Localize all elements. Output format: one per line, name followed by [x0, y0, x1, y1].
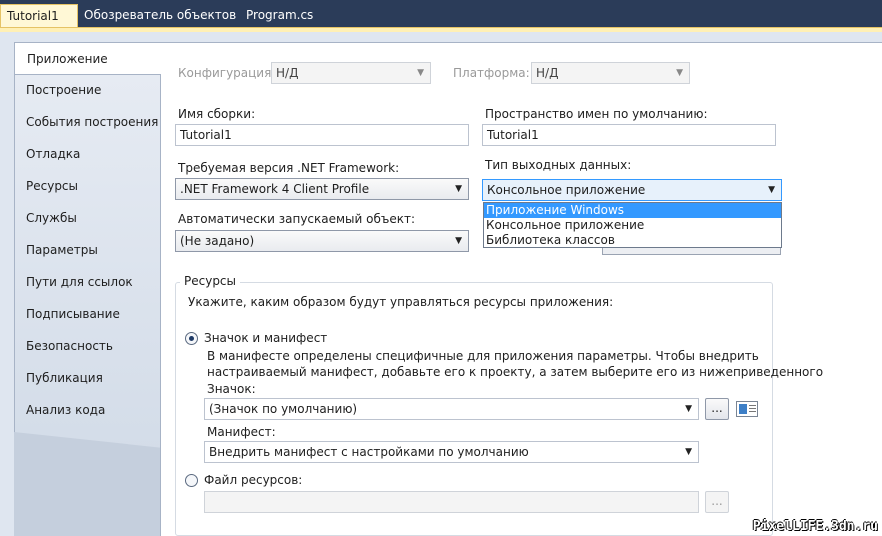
nav-item-debug[interactable]: Отладка: [14, 139, 160, 169]
target-framework-label: Требуемая версия .NET Framework:: [178, 161, 400, 175]
icon-value: (Значок по умолчанию): [209, 402, 358, 416]
nav-item-application[interactable]: Приложение: [14, 42, 161, 75]
startup-object-value: (Не задано): [180, 234, 255, 248]
chevron-down-icon: ▼: [455, 184, 462, 194]
resources-group-title: Ресурсы: [180, 274, 241, 288]
resource-file-radio[interactable]: [185, 474, 198, 487]
configuration-value: Н/Д: [276, 66, 299, 80]
startup-object-select[interactable]: (Не задано) ▼: [175, 230, 469, 252]
resources-description: Укажите, каким образом будут управляться…: [188, 295, 614, 309]
chevron-down-icon: ▼: [676, 68, 683, 78]
configuration-select[interactable]: Н/Д ▼: [271, 62, 431, 84]
browse-resource-file-button[interactable]: ...: [705, 491, 729, 513]
manifest-description-line2: настраиваемый манифест, добавьте его к п…: [207, 365, 824, 379]
nav-item-signing[interactable]: Подписывание: [14, 299, 160, 329]
dropdown-option-class-library[interactable]: Библиотека классов: [484, 233, 781, 248]
tab-label: Program.cs: [246, 8, 314, 22]
nav-bottom-shade: [14, 432, 160, 536]
document-tab-bar: Tutorial1✕ Обозреватель объектов Program…: [0, 0, 882, 45]
startup-object-label: Автоматически запускаемый объект:: [178, 212, 416, 226]
nav-item-build[interactable]: Построение: [14, 75, 160, 105]
browse-icon-button[interactable]: ...: [705, 398, 729, 420]
output-type-value: Консольное приложение: [487, 183, 646, 197]
resource-file-input[interactable]: [204, 491, 699, 513]
icon-select[interactable]: (Значок по умолчанию) ▼: [204, 398, 699, 420]
dropdown-option-console-app[interactable]: Консольное приложение: [484, 218, 781, 233]
chevron-down-icon: ▼: [768, 185, 775, 195]
nav-item-build-events[interactable]: События построения: [14, 107, 160, 137]
nav-item-code-analysis[interactable]: Анализ кода: [14, 395, 160, 425]
platform-label: Платформа:: [453, 66, 530, 80]
platform-select[interactable]: Н/Д ▼: [531, 62, 690, 84]
manifest-select[interactable]: Внедрить манифест с настройками по умолч…: [204, 441, 699, 463]
watermark: PixelLIFE.3dn.ru: [752, 519, 878, 534]
properties-nav: Приложение Построение События построения…: [14, 42, 161, 536]
nav-item-resources[interactable]: Ресурсы: [14, 171, 160, 201]
nav-item-settings[interactable]: Параметры: [14, 235, 160, 265]
nav-item-publish[interactable]: Публикация: [14, 363, 160, 393]
dropdown-option-windows-app[interactable]: Приложение Windows: [484, 203, 781, 218]
chevron-down-icon: ▼: [417, 68, 424, 78]
manifest-description-line1: В манифесте определены специфичные для п…: [207, 349, 759, 363]
resource-file-label: Файл ресурсов:: [204, 473, 303, 487]
tab-label: Обозреватель объектов: [84, 8, 237, 22]
nav-item-security[interactable]: Безопасность: [14, 331, 160, 361]
chevron-down-icon: ▼: [685, 447, 692, 457]
chevron-down-icon: ▼: [685, 404, 692, 414]
icon-label: Значок:: [207, 382, 256, 396]
assembly-name-label: Имя сборки:: [178, 107, 256, 121]
output-type-label: Тип выходных данных:: [485, 158, 632, 172]
tab-program-cs[interactable]: Program.cs: [240, 4, 319, 27]
assembly-name-input[interactable]: Tutorial1: [175, 124, 469, 146]
icon-manifest-label: Значок и манифест: [204, 331, 328, 345]
platform-value: Н/Д: [536, 66, 559, 80]
nav-item-reference-paths[interactable]: Пути для ссылок: [14, 267, 160, 297]
output-type-dropdown: Приложение Windows Консольное приложение…: [483, 202, 782, 248]
output-type-select[interactable]: Консольное приложение ▼: [482, 179, 782, 201]
target-framework-select[interactable]: .NET Framework 4 Client Profile ▼: [175, 178, 469, 200]
nav-item-services[interactable]: Службы: [14, 203, 160, 233]
tab-object-browser[interactable]: Обозреватель объектов: [78, 4, 242, 27]
manifest-label: Манифест:: [207, 425, 276, 439]
default-namespace-label: Пространство имен по умолчанию:: [485, 107, 708, 121]
chevron-down-icon: ▼: [455, 236, 462, 246]
icon-manifest-radio[interactable]: [185, 332, 198, 345]
default-namespace-input[interactable]: Tutorial1: [482, 124, 776, 146]
manifest-value: Внедрить манифест с настройками по умолч…: [209, 445, 529, 459]
icon-preview-icon: [736, 401, 758, 417]
target-framework-value: .NET Framework 4 Client Profile: [180, 182, 370, 196]
tab-tutorial1[interactable]: Tutorial1✕: [0, 4, 78, 45]
configuration-label: Конфигурация:: [178, 66, 276, 80]
tab-label: Tutorial1: [7, 9, 59, 23]
